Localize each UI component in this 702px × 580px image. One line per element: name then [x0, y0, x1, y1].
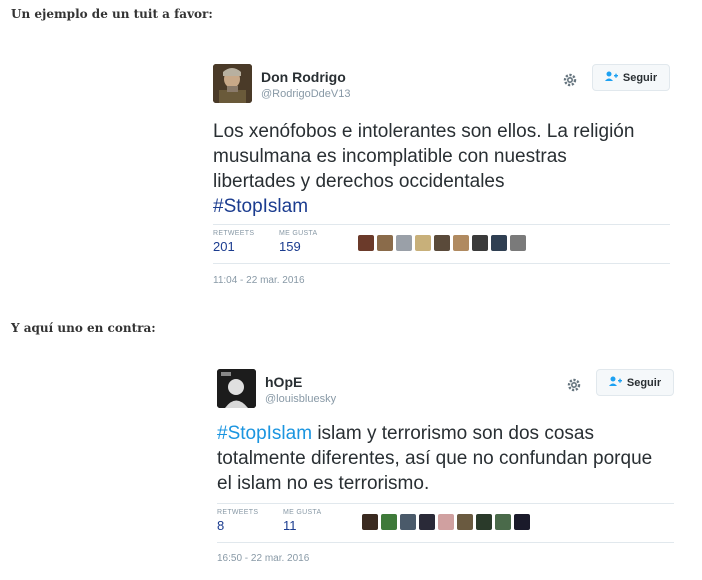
- tweet-text: #StopIslam islam y terrorismo son dos co…: [217, 421, 657, 496]
- author-handle[interactable]: @louisbluesky: [265, 393, 336, 405]
- liker-avatar[interactable]: [476, 514, 492, 530]
- liker-avatar[interactable]: [495, 514, 511, 530]
- liker-avatar[interactable]: [472, 235, 488, 251]
- person-plus-icon: [608, 376, 622, 389]
- avatar[interactable]: [217, 369, 256, 408]
- tweet-timestamp[interactable]: 11:04 - 22 mar. 2016: [213, 275, 305, 286]
- caption-favor: Un ejemplo de un tuit a favor:: [11, 7, 213, 21]
- retweets-count: 201: [213, 239, 235, 254]
- tweet-body: Los xenófobos e intolerantes son ellos. …: [213, 121, 635, 192]
- likes-stat[interactable]: ME GUSTA 11: [283, 509, 321, 533]
- retweets-stat[interactable]: RETWEETS 8: [217, 509, 258, 533]
- gear-icon[interactable]: [562, 72, 578, 88]
- liker-avatar[interactable]: [400, 514, 416, 530]
- tweet-stats: RETWEETS 201 ME GUSTA 159: [213, 224, 670, 264]
- hashtag-link[interactable]: #StopIslam: [217, 423, 312, 444]
- retweets-label: RETWEETS: [213, 230, 255, 237]
- liker-avatar[interactable]: [457, 514, 473, 530]
- liker-avatar[interactable]: [419, 514, 435, 530]
- liker-avatar[interactable]: [438, 514, 454, 530]
- follow-button[interactable]: Seguir: [592, 64, 670, 91]
- person-plus-icon: [604, 71, 618, 84]
- likes-count: 11: [283, 518, 297, 533]
- avatar[interactable]: [213, 64, 252, 103]
- likes-count: 159: [279, 239, 301, 254]
- tweet-text: Los xenófobos e intolerantes son ellos. …: [213, 119, 653, 219]
- liker-avatar[interactable]: [381, 514, 397, 530]
- follow-label: Seguir: [626, 376, 662, 389]
- likes-label: ME GUSTA: [279, 230, 318, 237]
- liker-avatar[interactable]: [434, 235, 450, 251]
- liker-avatar[interactable]: [377, 235, 393, 251]
- tweet-timestamp[interactable]: 16:50 - 22 mar. 2016: [217, 553, 309, 564]
- liker-avatar[interactable]: [362, 514, 378, 530]
- liker-avatars: [362, 514, 530, 532]
- liker-avatar[interactable]: [358, 235, 374, 251]
- liker-avatar[interactable]: [453, 235, 469, 251]
- caption-contra: Y aquí uno en contra:: [11, 321, 156, 335]
- hashtag-link[interactable]: #StopIslam: [213, 194, 653, 219]
- tweet-card-2: hOpE @louisbluesky Seguir #StopIslam isl…: [217, 369, 674, 574]
- tweet-stats: RETWEETS 8 ME GUSTA 11: [217, 503, 674, 543]
- follow-label: Seguir: [622, 71, 658, 84]
- likes-stat[interactable]: ME GUSTA 159: [279, 230, 317, 254]
- liker-avatar[interactable]: [396, 235, 412, 251]
- retweets-label: RETWEETS: [217, 509, 259, 516]
- author-name[interactable]: Don Rodrigo: [261, 69, 346, 85]
- likes-label: ME GUSTA: [283, 509, 322, 516]
- author-handle[interactable]: @RodrigoDdeV13: [261, 88, 350, 100]
- retweets-stat[interactable]: RETWEETS 201: [213, 230, 254, 254]
- tweet-card-1: Don Rodrigo @RodrigoDdeV13 Seguir Los xe…: [213, 64, 670, 294]
- liker-avatar[interactable]: [491, 235, 507, 251]
- author-name[interactable]: hOpE: [265, 374, 302, 390]
- retweets-count: 8: [217, 518, 225, 533]
- follow-button[interactable]: Seguir: [596, 369, 674, 396]
- liker-avatars: [358, 235, 526, 253]
- liker-avatar[interactable]: [510, 235, 526, 251]
- gear-icon[interactable]: [566, 377, 582, 393]
- liker-avatar[interactable]: [415, 235, 431, 251]
- liker-avatar[interactable]: [514, 514, 530, 530]
